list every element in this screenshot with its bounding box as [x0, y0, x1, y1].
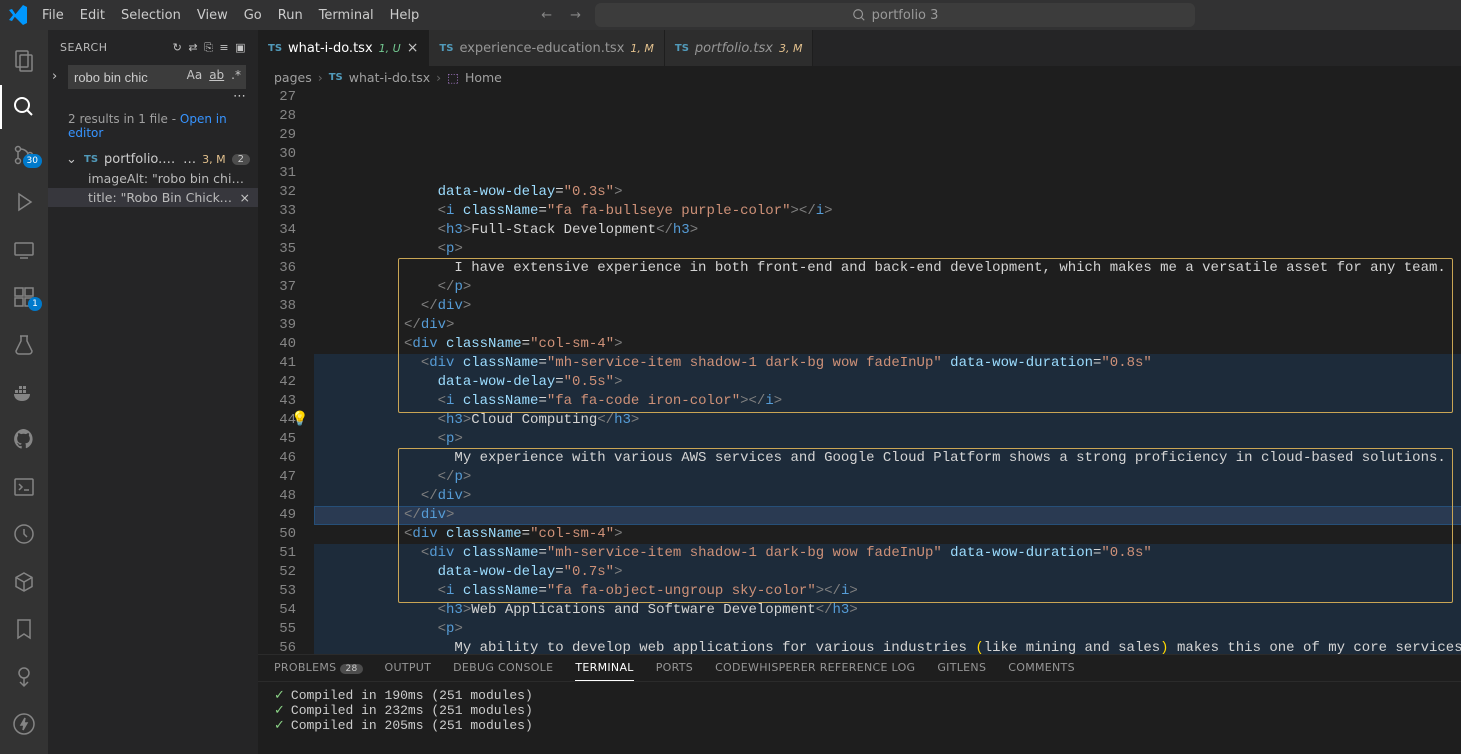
result-match[interactable]: title: "Robo Bin Chicke...×	[48, 188, 258, 207]
chevron-down-icon: ⌄	[66, 152, 78, 167]
regex-icon[interactable]: .*	[229, 68, 243, 82]
activity-timeline[interactable]	[0, 513, 48, 556]
line-gutter: 2728293031323334353637383940414243444546…	[258, 88, 314, 654]
activity-docker[interactable]	[0, 370, 48, 413]
menu-go[interactable]: Go	[236, 4, 270, 27]
terminal-output[interactable]: ✓Compiled in 190ms (251 modules)✓Compile…	[258, 682, 1461, 754]
panel: PROBLEMS28 OUTPUT DEBUG CONSOLE TERMINAL POR…	[258, 654, 1461, 754]
expand-icon[interactable]: ▣	[235, 41, 246, 55]
result-file-count: 2	[232, 154, 250, 165]
ext-badge: 1	[28, 297, 42, 311]
search-toggle-icon[interactable]: ›	[52, 69, 57, 84]
activity-extensions[interactable]: 1	[0, 275, 48, 318]
ts-file-icon: TS	[84, 154, 98, 165]
menu-selection[interactable]: Selection	[113, 4, 189, 27]
ellipsis-text: …	[183, 152, 196, 167]
search-input-wrap: › Aa ab .*	[68, 65, 246, 89]
menu-help[interactable]: Help	[382, 4, 428, 27]
activity-search[interactable]	[0, 85, 48, 128]
menu-view[interactable]: View	[189, 4, 236, 27]
activity-database[interactable]	[0, 560, 48, 603]
ts-file-icon: TS	[268, 43, 282, 54]
code-body[interactable]: 💡 data-wow-delay="0.3s"> <i className="f…	[314, 88, 1461, 654]
panel-tab-output[interactable]: OUTPUT	[385, 661, 432, 681]
activity-scm[interactable]: 30	[0, 133, 48, 176]
result-match[interactable]: imageAlt: "robo bin chicken i...	[48, 169, 258, 188]
panel-tab-gitlens[interactable]: GITLENS	[937, 661, 986, 681]
ts-file-icon: TS	[439, 43, 453, 54]
activity-thunderbolt[interactable]	[0, 703, 48, 746]
menu: FileEditSelectionViewGoRunTerminalHelp	[34, 4, 427, 27]
menu-run[interactable]: Run	[270, 4, 311, 27]
breadcrumbs[interactable]: pages › TS what-i-do.tsx › ⬚ Home	[258, 66, 1461, 88]
command-center-text: portfolio 3	[872, 8, 939, 23]
search-icon	[852, 8, 866, 22]
activity-bookmarks[interactable]	[0, 608, 48, 651]
activity-bar: 30 1	[0, 30, 48, 754]
vscode-logo-icon	[6, 3, 30, 27]
editor[interactable]: 2728293031323334353637383940414243444546…	[258, 88, 1461, 654]
ts-file-icon: TS	[675, 43, 689, 54]
collapse-icon[interactable]: ≡	[219, 41, 229, 55]
result-file[interactable]: ⌄ TS portfolio.tsx … 3, M 2	[48, 150, 258, 169]
activity-github[interactable]	[0, 418, 48, 461]
result-file-status: 3, M	[202, 153, 225, 166]
editor-tabs: TSwhat-i-do.tsx 1, U×TSexperience-educat…	[258, 30, 1461, 66]
panel-tab-problems[interactable]: PROBLEMS28	[274, 661, 363, 681]
close-icon[interactable]: ×	[240, 190, 250, 205]
panel-tabs: PROBLEMS28 OUTPUT DEBUG CONSOLE TERMINAL POR…	[258, 655, 1461, 682]
breadcrumb-folder[interactable]: pages	[274, 70, 312, 85]
activity-remote[interactable]	[0, 228, 48, 271]
breadcrumb-symbol[interactable]: Home	[465, 70, 502, 85]
lightbulb-icon[interactable]: 💡	[291, 411, 308, 430]
editor-tab[interactable]: TSexperience-education.tsx 1, M	[429, 30, 664, 66]
panel-tab-terminal[interactable]: TERMINAL	[575, 661, 633, 681]
activity-console[interactable]	[0, 465, 48, 508]
activity-explorer[interactable]	[0, 38, 48, 81]
ts-file-icon: TS	[329, 72, 343, 83]
nav-forward-icon[interactable]: →	[566, 4, 585, 27]
match-word-icon[interactable]: ab	[207, 68, 226, 82]
results-tree: ⌄ TS portfolio.tsx … 3, M 2 imageAlt: "r…	[48, 150, 258, 207]
new-file-icon[interactable]: ⎘	[204, 41, 213, 55]
symbol-icon: ⬚	[447, 70, 459, 85]
editor-area: TSwhat-i-do.tsx 1, U×TSexperience-educat…	[258, 30, 1461, 754]
sidebar-header: SEARCH ↻ ⇄ ⎘ ≡ ▣	[48, 30, 258, 65]
breadcrumb-file[interactable]: what-i-do.tsx	[349, 70, 430, 85]
panel-tab-debug-console[interactable]: DEBUG CONSOLE	[453, 661, 553, 681]
close-icon[interactable]: ×	[407, 40, 419, 56]
menu-terminal[interactable]: Terminal	[311, 4, 382, 27]
menu-edit[interactable]: Edit	[72, 4, 113, 27]
result-file-name: portfolio.tsx	[104, 152, 177, 167]
menu-file[interactable]: File	[34, 4, 72, 27]
panel-tab-codewhisperer-reference-log[interactable]: CODEWHISPERER REFERENCE LOG	[715, 661, 915, 681]
match-case-icon[interactable]: Aa	[185, 68, 205, 82]
panel-tab-comments[interactable]: COMMENTS	[1008, 661, 1075, 681]
menubar: FileEditSelectionViewGoRunTerminalHelp ←…	[0, 0, 1461, 30]
editor-tab[interactable]: TSwhat-i-do.tsx 1, U×	[258, 30, 429, 66]
sidebar: SEARCH ↻ ⇄ ⎘ ≡ ▣ › Aa ab .* ⋯ 2 results …	[48, 30, 258, 754]
refresh-icon[interactable]: ↻	[173, 41, 183, 55]
results-summary: 2 results in 1 file - Open in editor	[48, 108, 258, 150]
clear-icon[interactable]: ⇄	[188, 41, 198, 55]
command-center[interactable]: portfolio 3	[595, 3, 1195, 27]
more-icon[interactable]: ⋯	[233, 89, 246, 104]
panel-tab-ports[interactable]: PORTS	[656, 661, 693, 681]
editor-tab[interactable]: TSportfolio.tsx 3, M	[665, 30, 814, 66]
activity-debug[interactable]	[0, 180, 48, 223]
nav-back-icon[interactable]: ←	[537, 4, 556, 27]
scm-badge: 30	[23, 154, 42, 168]
activity-testing[interactable]	[0, 323, 48, 366]
activity-gitlens[interactable]	[0, 655, 48, 698]
sidebar-title: SEARCH	[60, 41, 108, 54]
